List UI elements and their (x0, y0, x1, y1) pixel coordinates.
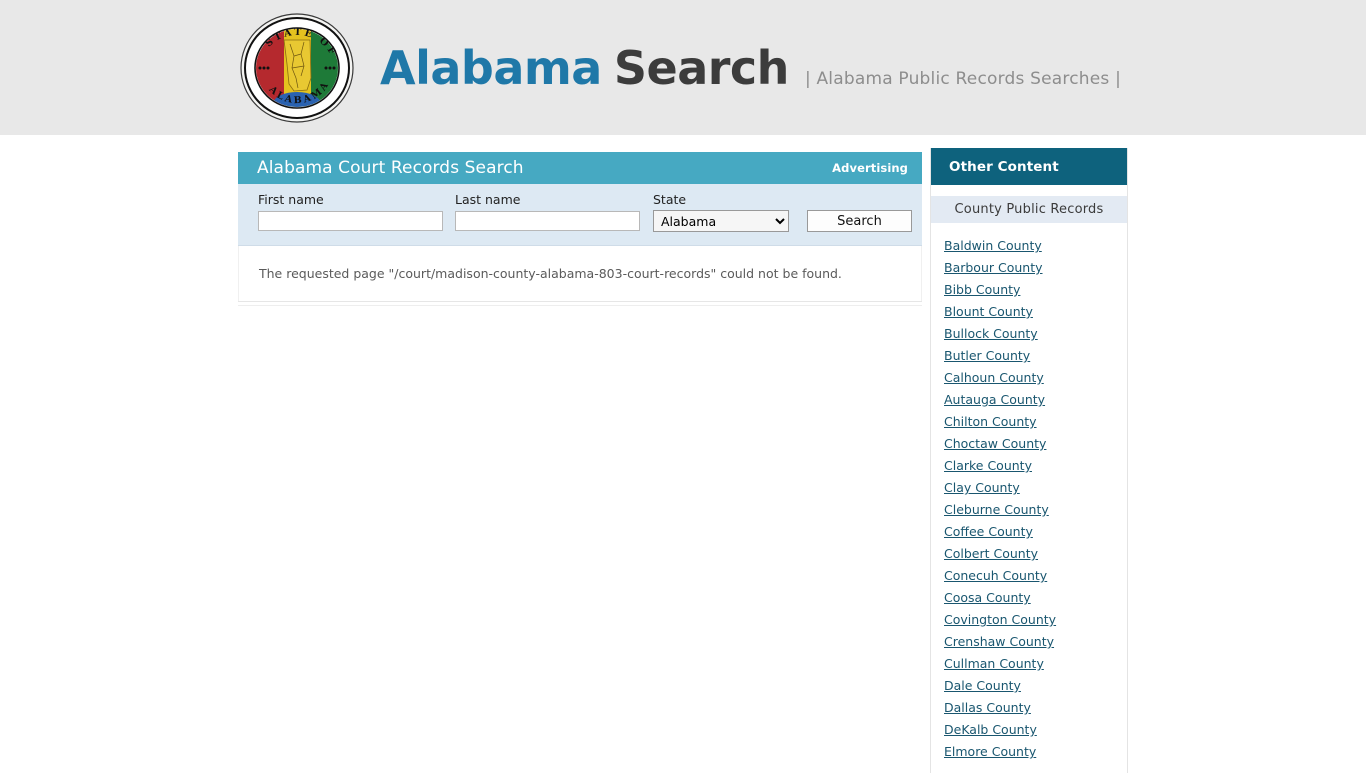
panel-divider (238, 300, 922, 302)
county-link[interactable]: Bibb County (944, 279, 1020, 301)
county-records-section-header: County Public Records (931, 196, 1127, 223)
county-link[interactable]: Cleburne County (944, 499, 1049, 521)
list-item: Barbour County (944, 257, 1127, 279)
list-item: Coffee County (944, 521, 1127, 543)
county-link[interactable]: Dallas County (944, 697, 1031, 719)
county-links-list: Baldwin County Barbour County Bibb County B… (931, 223, 1127, 773)
county-link[interactable]: Conecuh County (944, 565, 1047, 587)
county-link[interactable]: Calhoun County (944, 367, 1044, 389)
county-link[interactable]: Crenshaw County (944, 631, 1054, 653)
last-name-input[interactable] (455, 211, 640, 231)
search-button[interactable]: Search (807, 210, 912, 232)
list-item: Bibb County (944, 279, 1127, 301)
county-link[interactable]: Bullock County (944, 323, 1038, 345)
list-item: Bullock County (944, 323, 1127, 345)
panel-header: Alabama Court Records Search Advertising (238, 152, 922, 184)
site-banner: STATE OF ALABAMA Alabama Search | Alabam… (0, 0, 1366, 135)
county-link[interactable]: Clarke County (944, 455, 1032, 477)
panel-body: The requested page "/court/madison-count… (238, 246, 922, 301)
list-item: Coosa County (944, 587, 1127, 609)
state-select[interactable]: Alabama (653, 210, 789, 232)
first-name-label: First name (258, 192, 324, 207)
county-link[interactable]: Choctaw County (944, 433, 1046, 455)
list-item: Clarke County (944, 455, 1127, 477)
list-item: Choctaw County (944, 433, 1127, 455)
last-name-label: Last name (455, 192, 521, 207)
sidebar: Other Content County Public Records Bald… (930, 148, 1128, 773)
county-link[interactable]: Cullman County (944, 653, 1044, 675)
list-item: Dallas County (944, 697, 1127, 719)
advertising-label: Advertising (832, 161, 908, 175)
sidebar-spacer (931, 185, 1127, 196)
page-not-found-message: The requested page "/court/madison-count… (259, 266, 842, 281)
site-title: Alabama Search | Alabama Public Records … (380, 41, 1121, 95)
list-item: Elmore County (944, 741, 1127, 763)
list-item: Baldwin County (944, 235, 1127, 257)
form-labels-row: First name Last name State (258, 192, 922, 207)
county-link[interactable]: Barbour County (944, 257, 1043, 279)
list-item: Dale County (944, 675, 1127, 697)
list-item: Covington County (944, 609, 1127, 631)
first-name-input[interactable] (258, 211, 443, 231)
list-item: Crenshaw County (944, 631, 1127, 653)
county-records-section-title: County Public Records (954, 202, 1104, 217)
list-item: DeKalb County (944, 719, 1127, 741)
county-link[interactable]: Colbert County (944, 543, 1038, 565)
county-link[interactable]: Butler County (944, 345, 1030, 367)
sidebar-title: Other Content (949, 158, 1059, 175)
county-link[interactable]: Elmore County (944, 741, 1036, 763)
list-item: Butler County (944, 345, 1127, 367)
page-title: Alabama Court Records Search (257, 158, 524, 178)
county-link[interactable]: Blount County (944, 301, 1033, 323)
county-link[interactable]: Autauga County (944, 389, 1045, 411)
list-item: Autauga County (944, 389, 1127, 411)
list-item: Colbert County (944, 543, 1127, 565)
court-records-search-form: First name Last name State Alabama Searc… (238, 184, 922, 246)
list-item: Calhoun County (944, 367, 1127, 389)
list-item: Cleburne County (944, 499, 1127, 521)
alabama-state-seal-icon: STATE OF ALABAMA (238, 12, 356, 124)
county-link[interactable]: Clay County (944, 477, 1020, 499)
site-title-primary: Alabama (380, 40, 602, 95)
list-item: Chilton County (944, 411, 1127, 433)
list-item: Clay County (944, 477, 1127, 499)
banner-content: STATE OF ALABAMA Alabama Search | Alabam… (238, 0, 1121, 135)
list-item: Blount County (944, 301, 1127, 323)
state-label: State (653, 192, 687, 207)
county-link[interactable]: Covington County (944, 609, 1056, 631)
county-link[interactable]: DeKalb County (944, 719, 1037, 741)
list-item: Cullman County (944, 653, 1127, 675)
sidebar-header: Other Content (931, 148, 1127, 185)
county-link[interactable]: Dale County (944, 675, 1021, 697)
main-content-panel: Alabama Court Records Search Advertising… (238, 152, 922, 306)
site-title-secondary: Search (613, 40, 790, 95)
county-link[interactable]: Baldwin County (944, 235, 1042, 257)
county-link[interactable]: Coosa County (944, 587, 1031, 609)
county-link[interactable]: Chilton County (944, 411, 1037, 433)
panel-divider-secondary (238, 304, 922, 306)
list-item: Conecuh County (944, 565, 1127, 587)
county-link[interactable]: Coffee County (944, 521, 1033, 543)
site-tagline: | Alabama Public Records Searches | (804, 68, 1121, 89)
form-fields-row: Alabama Search (258, 210, 922, 232)
